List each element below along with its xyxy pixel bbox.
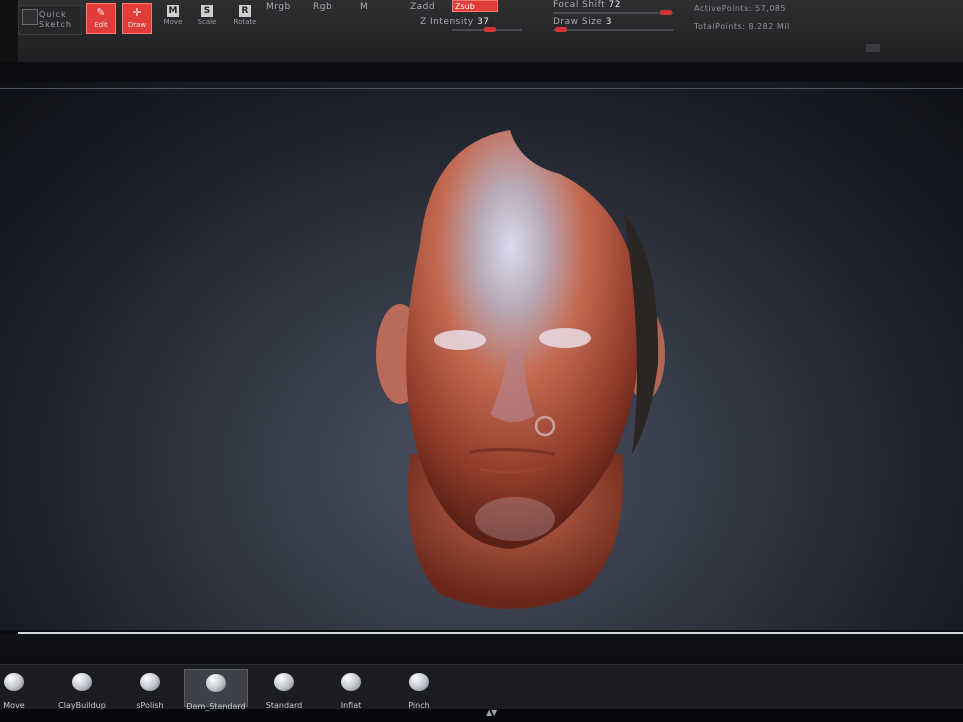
scale-button[interactable]: S Scale (192, 3, 222, 34)
brush-standard[interactable]: Standard (254, 669, 314, 710)
scale-icon: S (201, 5, 213, 17)
mrgb-button[interactable]: Mrgb (266, 2, 291, 12)
z-intensity-name: Z Intensity (420, 17, 474, 27)
zadd-button[interactable]: Zadd (410, 2, 435, 12)
brush-label: ClayBuildup (58, 701, 106, 710)
move-button[interactable]: M Move (158, 3, 188, 34)
z-intensity-slider-knob[interactable] (484, 27, 496, 32)
brush-label: Move (3, 701, 25, 710)
draw-size-slider[interactable] (553, 27, 673, 32)
brush-move[interactable]: Move (0, 669, 44, 710)
standard-brush-icon (274, 673, 294, 691)
inflat-brush-icon (341, 673, 361, 691)
move-brush-icon (4, 673, 24, 691)
move-icon: M (167, 5, 179, 17)
rgb-button[interactable]: Rgb (313, 2, 332, 12)
brush-shelf: Move ClayBuildup sPolish Dam_Standard St… (0, 664, 963, 711)
brush-inflat[interactable]: Inflat (321, 669, 381, 710)
focal-shift-name: Focal Shift (553, 0, 606, 10)
rotate-label: Rotate (233, 18, 257, 26)
focal-shift-value: 72 (608, 0, 621, 10)
draw-size-name: Draw Size (553, 17, 603, 27)
brush-label: Pinch (408, 701, 430, 710)
draw-size-slider-knob[interactable] (555, 27, 567, 32)
toolbar-edge (0, 0, 18, 62)
pinch-brush-icon (409, 673, 429, 691)
rotate-button[interactable]: R Rotate (228, 3, 262, 34)
focal-shift-label: Focal Shift 72 (553, 0, 621, 10)
move-label: Move (163, 18, 183, 26)
sculpted-head-model[interactable] (360, 124, 670, 620)
canvas-top-border (0, 88, 963, 89)
rotate-icon: R (239, 5, 251, 17)
quick-sketch-button[interactable]: Quick Sketch (18, 5, 82, 35)
edit-label: Edit (94, 21, 108, 29)
draw-label: Draw (127, 21, 147, 29)
claybuildup-brush-icon (72, 673, 92, 691)
edit-icon: ✎ (96, 6, 106, 19)
brush-pinch[interactable]: Pinch (389, 669, 449, 710)
brush-label: sPolish (136, 701, 164, 710)
brush-claybuildup[interactable]: ClayBuildup (52, 669, 112, 710)
scale-label: Scale (197, 18, 217, 26)
top-toolbar: Quick Sketch ✎ Edit ✛ Draw M Move S Scal… (0, 0, 963, 62)
brush-dam-standard[interactable]: Dam_Standard (184, 669, 248, 711)
active-points: ActivePoints: 57,085 (694, 4, 787, 13)
brush-label: Inflat (340, 701, 362, 710)
quick-sketch-label-2: Sketch (39, 20, 72, 29)
brush-label: Dam_Standard (186, 702, 246, 711)
quick-sketch-label-1: Quick (39, 10, 67, 19)
toolbar-swatch[interactable] (866, 44, 880, 52)
shelf-expand-icon[interactable]: ▲▼ (486, 708, 497, 717)
z-intensity-slider[interactable] (452, 27, 522, 32)
focal-shift-slider-knob[interactable] (660, 10, 672, 15)
edit-button[interactable]: ✎ Edit (86, 3, 116, 34)
z-intensity-label: Z Intensity 37 (420, 17, 490, 27)
dam-standard-brush-icon (206, 674, 226, 692)
spolish-brush-icon (140, 673, 160, 691)
brush-spolish[interactable]: sPolish (120, 669, 180, 710)
brush-label: Standard (265, 701, 303, 710)
quick-sketch-icon (22, 9, 38, 25)
focal-shift-slider[interactable] (553, 10, 673, 15)
z-intensity-value: 37 (477, 17, 490, 27)
draw-icon: ✛ (132, 6, 142, 19)
m-button[interactable]: M (360, 2, 368, 12)
draw-button[interactable]: ✛ Draw (122, 3, 152, 34)
total-points: TotalPoints: 8.282 Mil (694, 22, 790, 31)
draw-size-label: Draw Size 3 (553, 17, 612, 27)
zsub-button[interactable]: Zsub (452, 0, 498, 12)
draw-size-value: 3 (605, 17, 612, 27)
